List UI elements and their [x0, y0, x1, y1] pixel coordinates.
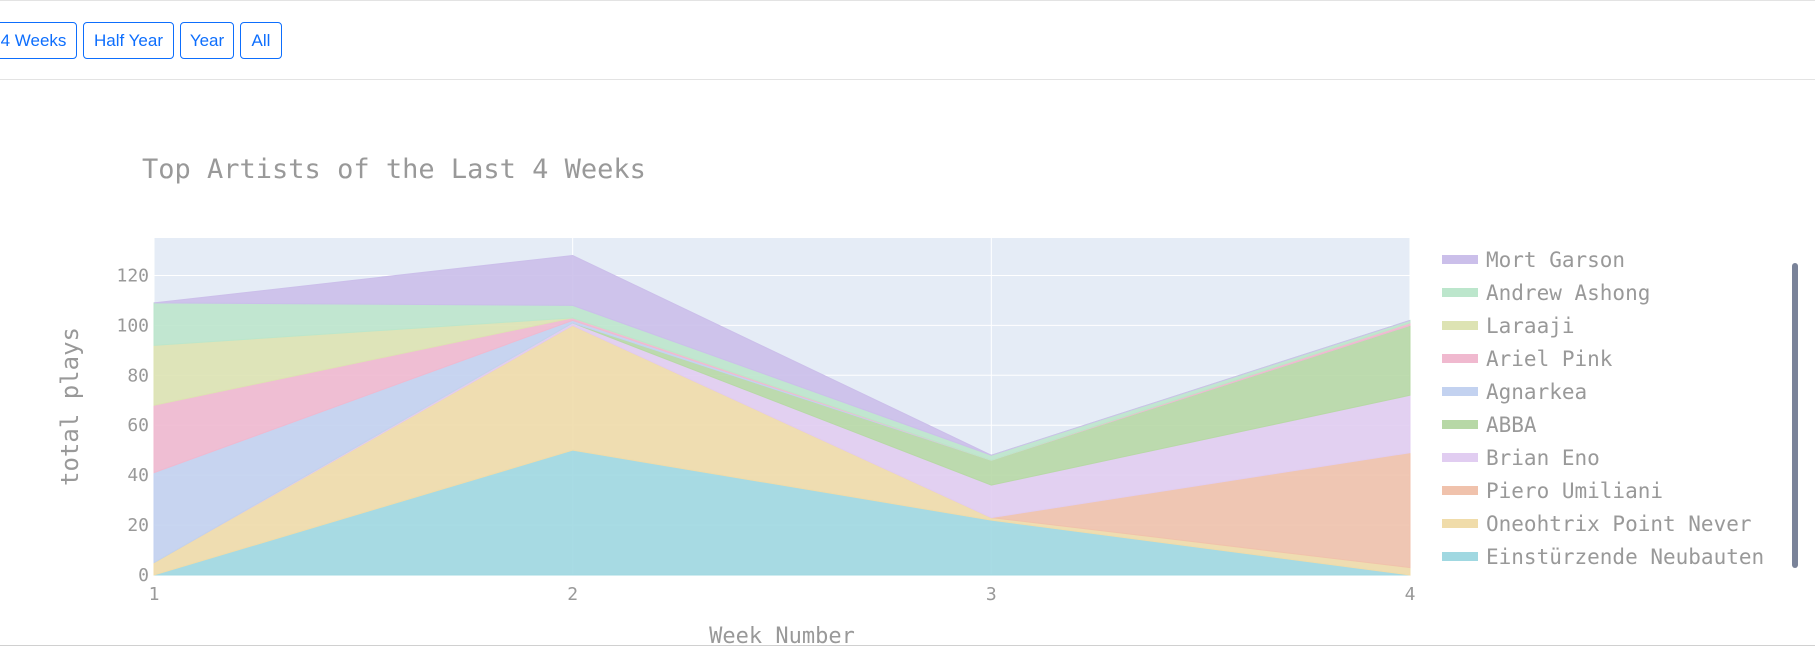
legend-swatch — [1442, 486, 1478, 495]
y-tick-label: 20 — [127, 515, 149, 536]
legend-item-label: Ariel Pink — [1486, 347, 1613, 371]
legend-item-label: Mort Garson — [1486, 248, 1625, 272]
y-tick-label: 60 — [127, 415, 149, 436]
legend-swatch — [1442, 321, 1478, 330]
y-tick-label: 80 — [127, 365, 149, 386]
x-tick-label: 4 — [1405, 584, 1416, 605]
legend-item-label: Einstürzende Neubauten — [1486, 545, 1764, 569]
legend-item-label: Piero Umiliani — [1486, 479, 1663, 503]
y-tick-label: 40 — [127, 465, 149, 486]
range-button-year[interactable]: Year — [180, 22, 234, 59]
range-button-half-year[interactable]: Half Year — [83, 22, 174, 59]
range-button-4-weeks[interactable]: 4 Weeks — [0, 22, 77, 59]
legend-swatch — [1442, 354, 1478, 363]
legend-item-label: Laraaji — [1486, 314, 1575, 338]
x-tick-label: 2 — [567, 584, 578, 605]
legend-swatch — [1442, 420, 1478, 429]
x-axis-title: Week Number — [709, 624, 855, 646]
x-tick-label: 3 — [986, 584, 997, 605]
y-tick-label: 0 — [138, 565, 149, 586]
legend-swatch — [1442, 453, 1478, 462]
legend-item-label: Brian Eno — [1486, 446, 1600, 470]
legend-item-label: Andrew Ashong — [1486, 281, 1650, 305]
legend-item-label: Oneohtrix Point Never — [1486, 512, 1752, 536]
legend-scrollbar[interactable] — [1792, 263, 1798, 568]
legend-item-label: ABBA — [1486, 413, 1537, 437]
chart-title: Top Artists of the Last 4 Weeks — [142, 154, 646, 185]
stacked-area-chart: 0 20 40 60 80 100 120 1 2 3 4 Top Artists of the La… — [56, 154, 1798, 646]
legend-item-label: Agnarkea — [1486, 380, 1587, 404]
legend-swatch — [1442, 288, 1478, 297]
range-button-all[interactable]: All — [240, 22, 282, 59]
y-axis-title: total plays — [56, 327, 84, 486]
legend-swatch — [1442, 519, 1478, 528]
legend-swatch — [1442, 387, 1478, 396]
range-toolbar: 4 Weeks Half Year Year All — [0, 0, 1815, 80]
legend-swatch — [1442, 552, 1478, 561]
x-tick-label: 1 — [149, 584, 160, 605]
y-tick-label: 100 — [116, 315, 149, 336]
legend-swatch — [1442, 255, 1478, 264]
y-tick-label: 120 — [116, 265, 149, 286]
